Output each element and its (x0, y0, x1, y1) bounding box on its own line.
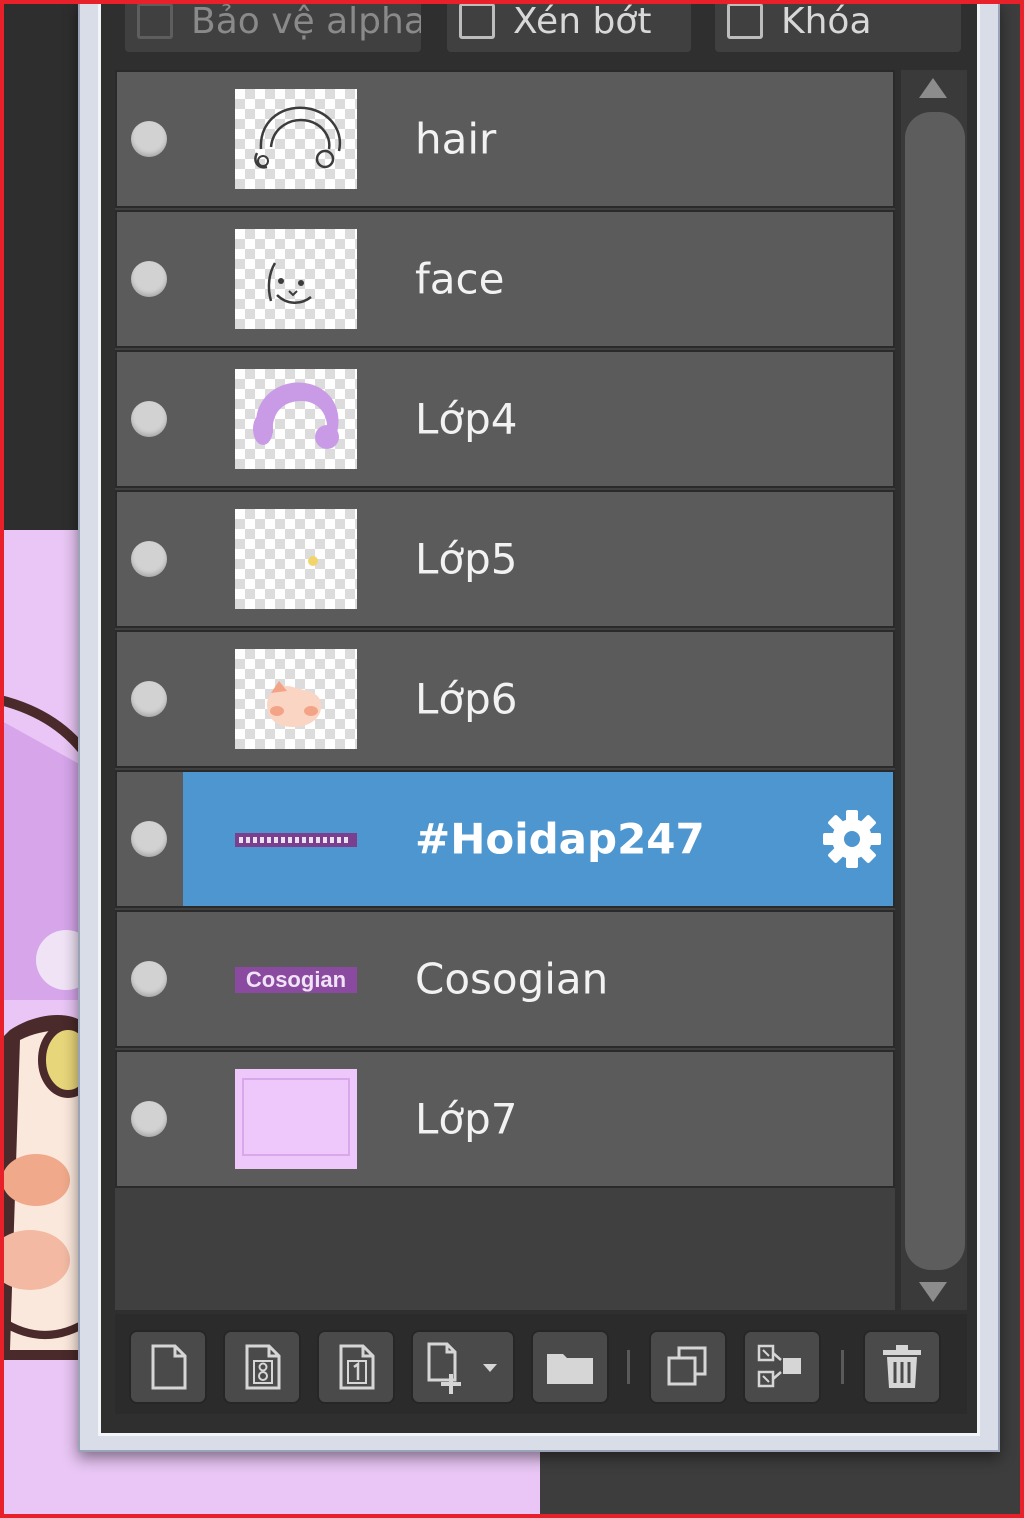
merge-layer-icon (757, 1344, 801, 1388)
protect-alpha-checkbox[interactable] (137, 3, 173, 39)
scroll-down-arrow-icon[interactable] (919, 1282, 947, 1302)
clipping-label: Xén bớt (513, 2, 652, 42)
layer-name: face (415, 254, 505, 304)
layer-options-row: Bảo vệ alpha Xén bớt Khóa (125, 2, 961, 54)
layer-row-lop5[interactable]: Lớp5 (115, 490, 895, 628)
duplicate-layer-icon (667, 1346, 707, 1386)
layer-list: hair face Lớp4 Lớp5 Lớp6 #Hoidap247 Coso… (115, 70, 895, 1310)
layer-name: Cosogian (415, 954, 609, 1004)
new-layer-button[interactable] (129, 1330, 207, 1404)
layer-thumbnail-hoidap247 (235, 789, 357, 889)
clipping-checkbox[interactable] (459, 3, 495, 39)
protect-alpha-option[interactable]: Bảo vệ alpha (125, 2, 421, 52)
layer-name: #Hoidap247 (415, 814, 705, 864)
visibility-toggle-icon[interactable] (131, 401, 167, 437)
layer-thumbnail-lop4 (235, 369, 357, 469)
visibility-toggle-icon[interactable] (131, 261, 167, 297)
layer-name: Lớp6 (415, 674, 518, 724)
new-1bit-layer-button[interactable] (317, 1330, 395, 1404)
layer-thumbnail-cosogian: Cosogian (235, 929, 357, 1029)
lock-label: Khóa (781, 2, 872, 42)
screen: Bảo vệ alpha Xén bớt Khóa hair face Lớp4… (0, 0, 1024, 1518)
new-1bit-layer-icon (339, 1344, 375, 1390)
visibility-toggle-icon[interactable] (131, 821, 167, 857)
new-8bit-layer-icon (245, 1344, 281, 1390)
new-folder-button[interactable] (531, 1330, 609, 1404)
new-layer-icon (151, 1344, 187, 1390)
layer-thumbnail-face (235, 229, 357, 329)
visibility-toggle-icon[interactable] (131, 1101, 167, 1137)
layer-name: Lớp4 (415, 394, 518, 444)
scrollbar-thumb[interactable] (905, 112, 965, 1270)
layer-thumbnail-lop5 (235, 509, 357, 609)
toolbar-separator (627, 1350, 630, 1384)
layer-thumbnail-hair (235, 89, 357, 189)
add-layer-dropdown-button[interactable] (411, 1330, 515, 1404)
lock-checkbox[interactable] (727, 3, 763, 39)
new-8bit-layer-button[interactable] (223, 1330, 301, 1404)
lock-option[interactable]: Khóa (715, 2, 961, 52)
layer-row-face[interactable]: face (115, 210, 895, 348)
delete-layer-button[interactable] (863, 1330, 941, 1404)
layer-name: Lớp7 (415, 1094, 518, 1144)
layer-thumbnail-lop6 (235, 649, 357, 749)
layer-panel-body: Bảo vệ alpha Xén bớt Khóa hair face Lớp4… (98, 2, 980, 1436)
layer-settings-gear-icon[interactable] (821, 808, 883, 870)
visibility-toggle-icon[interactable] (131, 121, 167, 157)
duplicate-layer-button[interactable] (649, 1330, 727, 1404)
toolbar-separator (841, 1350, 844, 1384)
merge-layer-button[interactable] (743, 1330, 821, 1404)
layer-row-hair[interactable]: hair (115, 70, 895, 208)
visibility-toggle-icon[interactable] (131, 541, 167, 577)
layer-row-lop6[interactable]: Lớp6 (115, 630, 895, 768)
layer-panel: Bảo vệ alpha Xén bớt Khóa hair face Lớp4… (78, 0, 1000, 1452)
layer-toolbar (115, 1314, 967, 1414)
visibility-toggle-icon[interactable] (131, 961, 167, 997)
add-layer-dropdown-icon (427, 1342, 497, 1394)
scroll-up-arrow-icon[interactable] (919, 78, 947, 98)
trash-icon (883, 1345, 921, 1388)
layer-thumbnail-lop7 (235, 1069, 357, 1169)
visibility-toggle-icon[interactable] (131, 681, 167, 717)
cosogian-thumb-text: Cosogian (246, 967, 346, 992)
protect-alpha-label: Bảo vệ alpha (191, 2, 421, 42)
layer-row-lop7[interactable]: Lớp7 (115, 1050, 895, 1188)
layer-row-hoidap247[interactable]: #Hoidap247 (115, 770, 895, 908)
layer-list-scrollbar[interactable] (901, 70, 967, 1310)
layer-name: Lớp5 (415, 534, 518, 584)
layer-row-lop4[interactable]: Lớp4 (115, 350, 895, 488)
layer-row-cosogian[interactable]: Cosogian Cosogian (115, 910, 895, 1048)
layer-name: hair (415, 114, 497, 164)
clipping-option[interactable]: Xén bớt (447, 2, 691, 52)
folder-icon (547, 1354, 593, 1384)
